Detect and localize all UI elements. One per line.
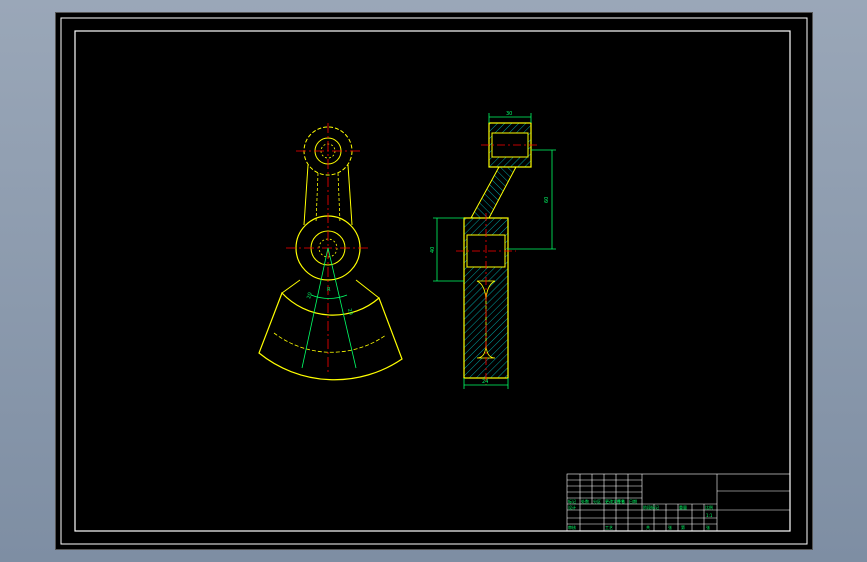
tb-label-sign: 签名 [617,498,625,504]
tb-label-sheet: 共 [646,524,650,530]
title-block-text: 标记 处数 分区 更改文件号 签名 日期 设计 审核 工艺 阶段标记 重量 比例… [568,498,713,530]
dim-height-left: 40 [430,247,436,253]
tb-label-weight: 重量 [679,504,687,510]
tb-label-design: 设计 [568,504,576,510]
arm-right-edge [347,164,353,226]
slanted-arm [470,166,517,219]
drawing-sheet: 20 20 R 30 60 40 24 标记 处数 分区 更改文件号 签名 日期… [56,13,812,549]
tb-label-zone: 分区 [593,498,601,504]
tb-label-stage: 阶段标记 [643,504,659,510]
tb-label-page-of: 张 [706,524,710,530]
tb-label-count: 处数 [581,498,589,504]
angle-line-left [301,247,329,369]
tb-label-process: 工艺 [605,525,613,530]
inner-frame [74,30,791,532]
radius-label: R [327,287,331,293]
tb-scale-value: 1:1 [706,513,713,518]
angle-label-left: 20 [306,292,313,300]
tb-label-sheet-of: 张 [668,524,672,530]
tb-label-page: 第 [681,524,685,530]
tb-label-scale: 比例 [705,504,713,510]
dim-top-width: 30 [506,111,512,117]
dim-height-right: 60 [544,197,550,203]
arm-left-hidden [315,172,319,224]
sector-right-edge [355,279,380,299]
tb-label-date: 日期 [629,498,637,504]
arm-left-edge [303,164,309,226]
side-view: 30 60 40 24 [430,111,556,389]
sector-inner-arc [273,332,387,353]
cad-drawing: 20 20 R 30 60 40 24 标记 处数 分区 更改文件号 签名 日期… [60,17,808,545]
sector-left-edge [281,279,301,294]
tb-label-review: 审核 [568,524,576,530]
tb-label-mark: 标记 [568,498,576,504]
front-view: 20 20 R [258,123,403,381]
dim-bottom-width: 24 [482,379,488,385]
sector-outer [258,291,403,381]
angle-label-right: 20 [346,308,353,316]
arm-right-hidden [337,172,341,224]
angle-arc [310,294,348,299]
